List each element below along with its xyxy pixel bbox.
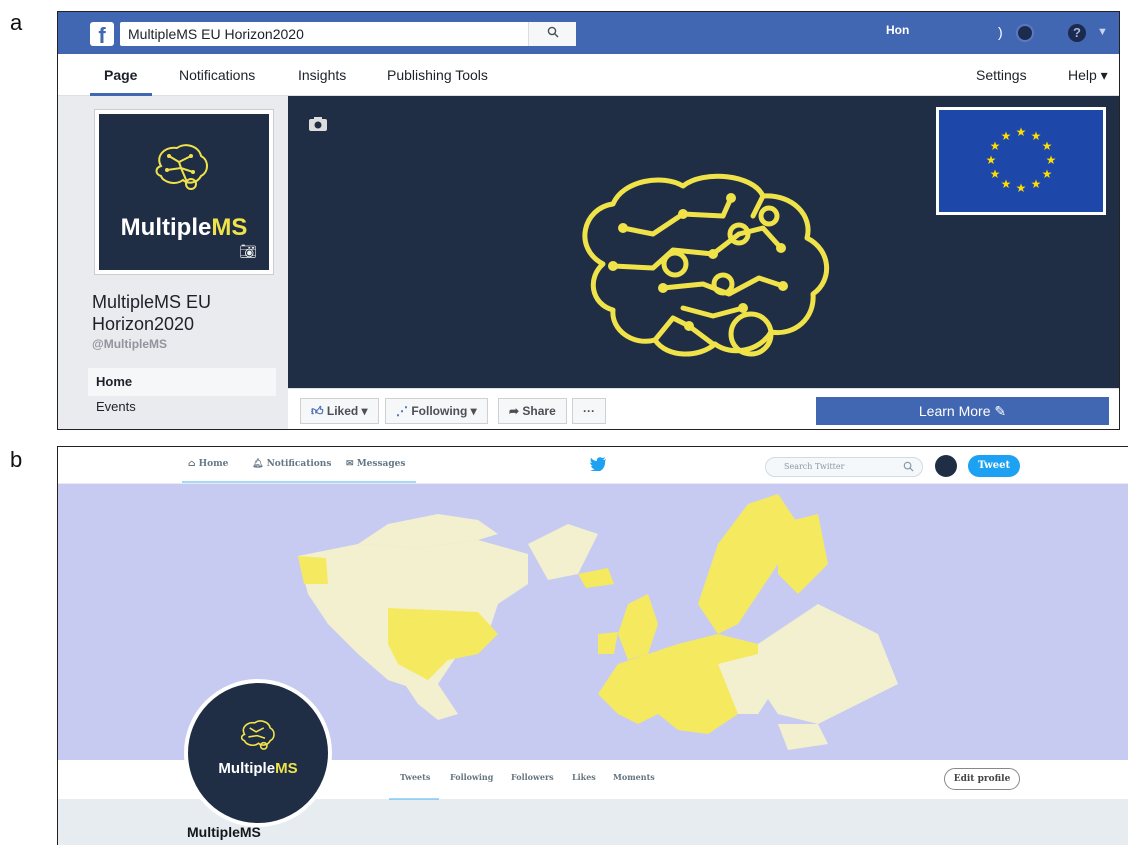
cover-photo[interactable]: ★ ★ ★ ★ ★ ★ ★ ★ ★ ★ ★ ★ [288, 96, 1119, 388]
page-tabs: Page Notifications Insights Publishing T… [58, 54, 1119, 96]
notifications-globe-icon[interactable] [1016, 24, 1034, 42]
svg-text:★: ★ [1042, 167, 1053, 181]
avatar-brand-text: MultipleMS [218, 760, 298, 777]
twitter-bird-icon[interactable] [590, 457, 606, 476]
tab-help[interactable]: Help ▾ [1068, 67, 1108, 84]
rss-icon: ⋰ [396, 404, 412, 418]
sidebar-item-home[interactable]: Home [88, 368, 276, 396]
edit-profile-button[interactable]: Edit profile [944, 768, 1020, 790]
profile-display-name: MultipleMS [187, 824, 261, 840]
bell-icon: 🔔︎ [252, 459, 267, 469]
nav-notifications[interactable]: 🔔︎ Notifications [252, 459, 331, 469]
tab-followers[interactable]: Followers [511, 772, 554, 782]
profile-picture[interactable]: MultipleMS 📷︎ [94, 109, 274, 275]
search-input[interactable]: MultipleMS EU Horizon2020 [120, 22, 576, 46]
nav-active-indicator [182, 481, 416, 483]
envelope-icon: ✉ [346, 459, 357, 469]
eu-flag: ★ ★ ★ ★ ★ ★ ★ ★ ★ ★ ★ ★ [936, 107, 1106, 215]
svg-text:★: ★ [1031, 177, 1042, 191]
tab-notifications[interactable]: Notifications [179, 67, 255, 83]
tab-tweets[interactable]: Tweets [400, 772, 430, 782]
svg-text:★: ★ [1001, 129, 1012, 143]
left-column: MultipleMS 📷︎ MultipleMS EU Horizon2020 … [58, 96, 288, 429]
tab-page[interactable]: Page [104, 67, 137, 83]
liked-button[interactable]: 👍︎ Liked ▾ [300, 398, 379, 424]
svg-text:★: ★ [1001, 177, 1012, 191]
facebook-page-screenshot: f MultipleMS EU Horizon2020 Hon ) ? ▼ Pa… [57, 11, 1120, 430]
more-button[interactable]: ··· [572, 398, 606, 424]
camera-icon[interactable] [308, 116, 328, 137]
facebook-top-bar: f MultipleMS EU Horizon2020 Hon ) ? ▼ [58, 12, 1119, 54]
page-title: MultipleMS EU Horizon2020 [92, 292, 212, 334]
tab-following[interactable]: Following [450, 772, 493, 782]
tab-settings[interactable]: Settings [976, 67, 1027, 83]
svg-text:★: ★ [990, 167, 1001, 181]
home-icon: ⌂ [188, 459, 199, 469]
brain-logo-icon [155, 144, 208, 190]
sidebar-item-events[interactable]: Events [88, 399, 144, 414]
search-icon[interactable] [903, 461, 914, 472]
nav-home[interactable]: ⌂ Home [188, 459, 228, 469]
tab-publishing-tools[interactable]: Publishing Tools [387, 67, 488, 83]
svg-text:★: ★ [1042, 139, 1053, 153]
following-button[interactable]: ⋰ Following ▾ [385, 398, 488, 424]
panel-letter-b: b [10, 447, 23, 472]
tweet-button[interactable]: Tweet [968, 455, 1020, 477]
search-icon [547, 26, 558, 38]
help-icon[interactable]: ? [1068, 24, 1086, 42]
page-action-bar: 👍︎ Liked ▾ ⋰ Following ▾ ➦ Share ··· Lea… [288, 388, 1119, 429]
truncated-text: ) [998, 24, 1003, 40]
search-button[interactable] [528, 22, 576, 46]
svg-text:★: ★ [1031, 129, 1042, 143]
profile-avatar[interactable]: MultipleMS [184, 679, 332, 827]
home-link[interactable]: Hon [886, 23, 909, 37]
profile-brand-text: MultipleMS [120, 214, 248, 241]
twitter-top-bar: ⌂ Home 🔔︎ Notifications ✉ Messages Searc… [58, 447, 1128, 484]
tab-moments[interactable]: Moments [613, 772, 655, 782]
thumbs-up-icon: 👍︎ [311, 404, 327, 418]
brain-circuit-illustration [582, 173, 829, 357]
account-avatar[interactable] [935, 455, 957, 477]
panel-letter-a: a [10, 10, 23, 35]
svg-text:★: ★ [986, 153, 997, 167]
pencil-icon: ✎ [994, 403, 1007, 419]
tab-insights[interactable]: Insights [298, 67, 346, 83]
eu-stars-icon: ★ ★★★ ★★★★ ★★★★ [986, 125, 1057, 195]
learn-more-button[interactable]: Learn More ✎ [816, 397, 1109, 425]
svg-text:★: ★ [1016, 181, 1027, 195]
camera-icon[interactable]: 📷︎ [239, 243, 257, 260]
account-menu-caret-icon[interactable]: ▼ [1097, 26, 1108, 38]
page-handle[interactable]: @MultipleMS [92, 337, 167, 351]
nav-messages[interactable]: ✉ Messages [346, 459, 405, 469]
twitter-profile-screenshot: ⌂ Home 🔔︎ Notifications ✉ Messages Searc… [57, 446, 1128, 845]
tab-likes[interactable]: Likes [572, 772, 596, 782]
facebook-logo-icon[interactable]: f [90, 22, 114, 46]
svg-text:★: ★ [990, 139, 1001, 153]
share-arrow-icon: ➦ [509, 404, 523, 418]
svg-text:★: ★ [1016, 125, 1027, 139]
brain-logo-icon [240, 720, 275, 750]
search-input[interactable]: Search Twitter [765, 457, 923, 477]
svg-text:★: ★ [1046, 153, 1057, 167]
share-button[interactable]: ➦ Share [498, 398, 567, 424]
